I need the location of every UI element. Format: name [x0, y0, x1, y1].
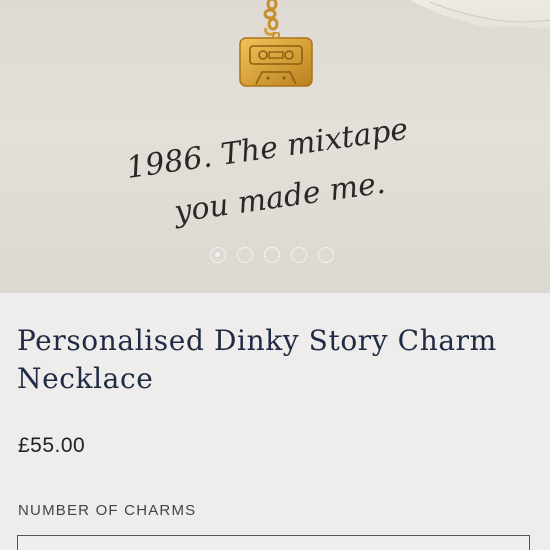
carousel-dot-3[interactable] [264, 247, 280, 263]
carousel-dot-1[interactable] [210, 247, 226, 263]
carousel-pagination [210, 247, 334, 263]
number-of-charms-select[interactable] [17, 535, 530, 550]
carousel-dot-2[interactable] [237, 247, 253, 263]
carousel-dot-5[interactable] [318, 247, 334, 263]
product-title-line-1: Personalised Dinky Story Charm [17, 324, 497, 357]
product-title: Personalised Dinky Story Charm Necklace [17, 322, 537, 398]
product-price: £55.00 [18, 434, 86, 457]
carousel-dot-4[interactable] [291, 247, 307, 263]
product-title-line-2: Necklace [17, 362, 154, 395]
number-of-charms-label: NUMBER OF CHARMS [18, 502, 197, 519]
product-image-carousel[interactable]: 1986. The mixtape you made me. [0, 0, 550, 293]
